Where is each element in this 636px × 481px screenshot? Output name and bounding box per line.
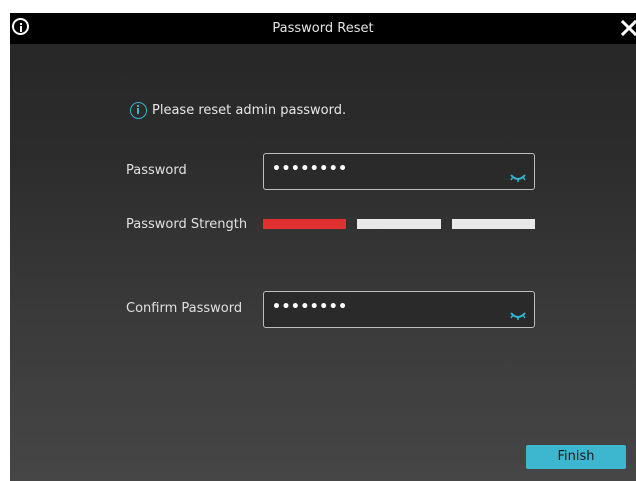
strength-label: Password Strength	[126, 217, 248, 232]
title-bar: Password Reset	[10, 13, 636, 44]
info-icon[interactable]	[12, 18, 29, 35]
confirm-password-value: ••••••••	[272, 299, 348, 315]
eye-closed-icon[interactable]	[510, 306, 526, 320]
password-reset-dialog: Password Reset Please reset admin passwo…	[10, 13, 636, 481]
password-field[interactable]: ••••••••	[263, 153, 535, 190]
strength-segment-3	[452, 219, 535, 229]
notice-text: Please reset admin password.	[152, 102, 347, 118]
strength-segment-1	[263, 219, 346, 229]
strength-segment-2	[357, 219, 441, 229]
password-label: Password	[126, 163, 187, 178]
password-value: ••••••••	[272, 161, 348, 177]
reset-notice: Please reset admin password.	[130, 100, 346, 120]
confirm-password-field[interactable]: ••••••••	[263, 291, 535, 328]
info-circle-icon	[130, 101, 147, 119]
eye-closed-icon[interactable]	[510, 168, 526, 182]
dialog-title: Password Reset	[272, 21, 374, 36]
close-icon[interactable]	[620, 19, 636, 37]
finish-button[interactable]: Finish	[526, 445, 626, 469]
confirm-password-label: Confirm Password	[126, 301, 243, 316]
